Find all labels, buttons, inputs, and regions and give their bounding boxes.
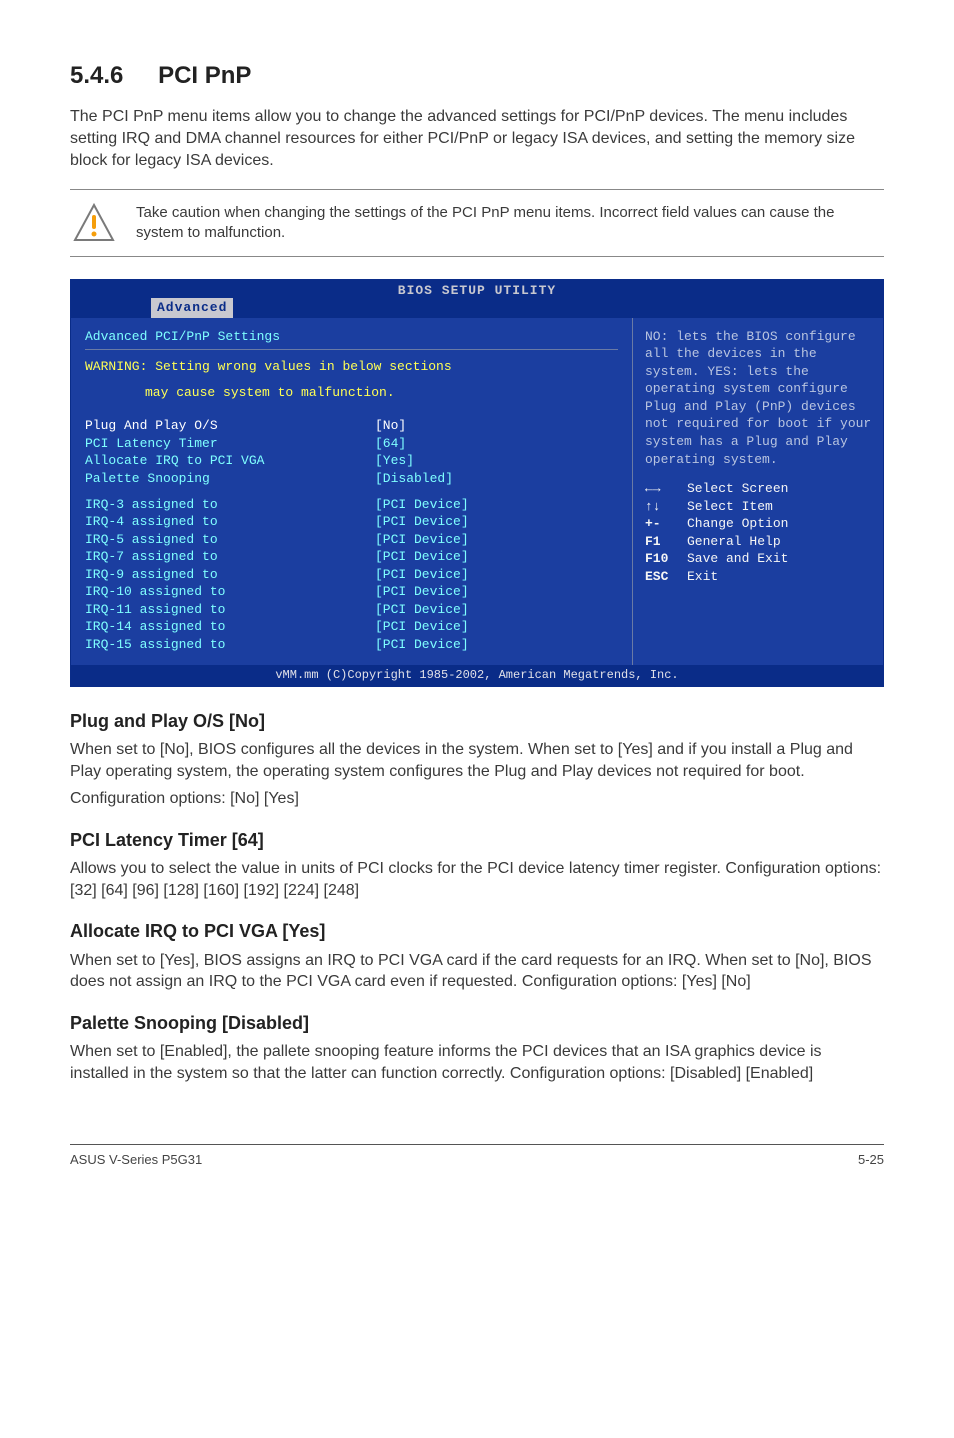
bios-irq-row[interactable]: IRQ-7 assigned to[PCI Device] [85,548,618,566]
bios-key-text: Exit [687,569,718,584]
bios-tab-advanced[interactable]: Advanced [151,298,233,318]
bios-irq-label: IRQ-3 assigned to [85,496,375,514]
bios-body: Advanced PCI/PnP Settings WARNING: Setti… [71,318,883,666]
caution-icon [70,202,118,244]
bios-irq-value: [PCI Device] [375,531,469,549]
bios-setting-row[interactable]: Plug And Play O/S[No] [85,417,618,435]
item-heading: Plug and Play O/S [No] [70,709,884,733]
item-body: Allows you to select the value in units … [70,858,884,901]
bios-key-row: F10Save and Exit [645,550,873,568]
bios-irq-label: IRQ-15 assigned to [85,636,375,654]
bios-key: ESC [645,568,687,586]
bios-key-text: Change Option [687,516,788,531]
bios-setting-value: [Yes] [375,452,414,470]
bios-irq-row[interactable]: IRQ-3 assigned to[PCI Device] [85,496,618,514]
bios-header-title: BIOS SETUP UTILITY [398,283,556,298]
section-heading: 5.4.6 PCI PnP [70,60,884,92]
item-body: When set to [No], BIOS configures all th… [70,739,884,782]
items-container: Plug and Play O/S [No] When set to [No], … [70,709,884,1085]
bios-irq-label: IRQ-4 assigned to [85,513,375,531]
item-config-options: Configuration options: [No] [Yes] [70,788,884,810]
bios-key-row: F1General Help [645,533,873,551]
bios-key-row: ↑↓Select Item [645,498,873,516]
bios-irq-label: IRQ-9 assigned to [85,566,375,584]
bios-setting-value: [No] [375,417,406,435]
bios-irq-label: IRQ-14 assigned to [85,618,375,636]
bios-key-row: ←→Select Screen [645,480,873,498]
bios-key-row: +-Change Option [645,515,873,533]
bios-irq-row[interactable]: IRQ-15 assigned to[PCI Device] [85,636,618,654]
bios-footer: vMM.mm (C)Copyright 1985-2002, American … [71,665,883,685]
bios-irq-value: [PCI Device] [375,566,469,584]
bios-panel-title: Advanced PCI/PnP Settings [85,328,618,346]
bios-key-text: Select Screen [687,481,788,496]
bios-warning-line1: WARNING: Setting wrong values in below s… [85,358,618,376]
bios-irq-value: [PCI Device] [375,496,469,514]
bios-irq-label: IRQ-5 assigned to [85,531,375,549]
bios-irq-items: IRQ-3 assigned to[PCI Device]IRQ-4 assig… [85,496,618,654]
bios-setting-label: Palette Snooping [85,470,375,488]
bios-irq-value: [PCI Device] [375,583,469,601]
bios-setting-row[interactable]: Allocate IRQ to PCI VGA[Yes] [85,452,618,470]
bios-irq-value: [PCI Device] [375,618,469,636]
bios-irq-label: IRQ-10 assigned to [85,583,375,601]
bios-divider [85,349,618,350]
bios-setting-label: Plug And Play O/S [85,417,375,435]
bios-key-text: Select Item [687,499,773,514]
bios-irq-value: [PCI Device] [375,636,469,654]
bios-key-legend: ←→Select Screen↑↓Select Item+-Change Opt… [645,480,873,585]
item-body: When set to [Yes], BIOS assigns an IRQ t… [70,950,884,993]
item-heading: PCI Latency Timer [64] [70,828,884,852]
bios-key-row: ESCExit [645,568,873,586]
bios-warning-line2: may cause system to malfunction. [85,384,618,402]
item-body: When set to [Enabled], the pallete snoop… [70,1041,884,1084]
bios-irq-row[interactable]: IRQ-9 assigned to[PCI Device] [85,566,618,584]
bios-irq-row[interactable]: IRQ-5 assigned to[PCI Device] [85,531,618,549]
bios-key: F10 [645,550,687,568]
bios-key: ↑↓ [645,498,687,516]
bios-help-text: NO: lets the BIOS configure all the devi… [645,328,873,468]
bios-setting-row[interactable]: PCI Latency Timer[64] [85,435,618,453]
bios-irq-value: [PCI Device] [375,601,469,619]
bios-irq-row[interactable]: IRQ-4 assigned to[PCI Device] [85,513,618,531]
section-number: 5.4.6 [70,62,123,89]
bios-left-panel: Advanced PCI/PnP Settings WARNING: Setti… [71,318,633,666]
bios-setting-label: PCI Latency Timer [85,435,375,453]
bios-irq-value: [PCI Device] [375,548,469,566]
caution-text: Take caution when changing the settings … [136,203,884,244]
section-title-text: PCI PnP [158,62,251,89]
bios-key: ←→ [645,480,687,498]
bios-irq-label: IRQ-7 assigned to [85,548,375,566]
bios-irq-value: [PCI Device] [375,513,469,531]
bios-screenshot: BIOS SETUP UTILITY Advanced Advanced PCI… [70,279,884,686]
bios-irq-row[interactable]: IRQ-14 assigned to[PCI Device] [85,618,618,636]
bios-key-text: Save and Exit [687,551,788,566]
bios-key: F1 [645,533,687,551]
bios-setting-row[interactable]: Palette Snooping[Disabled] [85,470,618,488]
caution-note: Take caution when changing the settings … [70,189,884,257]
bios-key-text: General Help [687,534,781,549]
footer-left: ASUS V-Series P5G31 [70,1151,202,1169]
bios-top-items: Plug And Play O/S[No]PCI Latency Timer[6… [85,417,618,487]
bios-setting-value: [64] [375,435,406,453]
item-heading: Palette Snooping [Disabled] [70,1011,884,1035]
bios-irq-label: IRQ-11 assigned to [85,601,375,619]
bios-header: BIOS SETUP UTILITY Advanced [71,280,883,318]
bios-key: +- [645,515,687,533]
bios-irq-row[interactable]: IRQ-11 assigned to[PCI Device] [85,601,618,619]
page-footer: ASUS V-Series P5G31 5-25 [70,1144,884,1169]
footer-right: 5-25 [858,1151,884,1169]
bios-right-panel: NO: lets the BIOS configure all the devi… [633,318,883,666]
bios-setting-label: Allocate IRQ to PCI VGA [85,452,375,470]
section-intro: The PCI PnP menu items allow you to chan… [70,106,884,171]
bios-setting-value: [Disabled] [375,470,453,488]
bios-irq-row[interactable]: IRQ-10 assigned to[PCI Device] [85,583,618,601]
item-heading: Allocate IRQ to PCI VGA [Yes] [70,919,884,943]
